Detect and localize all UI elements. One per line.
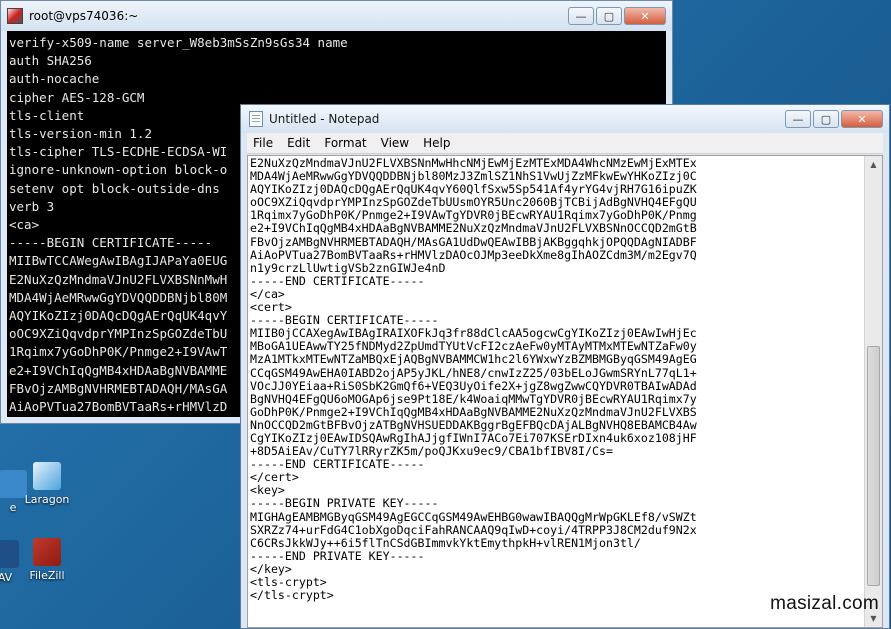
- notepad-line: -----BEGIN PRIVATE KEY-----: [250, 496, 439, 511]
- menu-help[interactable]: Help: [417, 136, 458, 150]
- laragon-icon: [33, 462, 61, 490]
- minimize-button[interactable]: —: [785, 110, 811, 128]
- window-title: Untitled - Notepad: [269, 112, 380, 126]
- menu-view[interactable]: View: [375, 136, 417, 150]
- notepad-line: -----END CERTIFICATE-----: [250, 273, 425, 288]
- text-editor[interactable]: E2NuXzQzMndmaVJnU2FLVXBSNnMwHhcNMjEwMjEz…: [250, 156, 864, 627]
- notepad-titlebar[interactable]: Untitled - Notepad — ▢ ✕: [241, 105, 889, 133]
- terminal-line: auth SHA256: [9, 53, 92, 69]
- menu-format[interactable]: Format: [318, 136, 374, 150]
- desktop-icon-filezilla[interactable]: FileZill: [12, 538, 82, 582]
- notepad-line: VOcJJ0YEiaa+RiS0SbK2GmQf6+VEQ3UyOife2X+j…: [250, 378, 697, 393]
- notepad-line: -----END CERTIFICATE-----: [250, 457, 425, 472]
- filezilla-icon: [33, 538, 61, 566]
- notepad-line: -----END PRIVATE KEY-----: [250, 548, 425, 563]
- notepad-line: </cert>: [250, 470, 299, 485]
- notepad-line: <tls-crypt>: [250, 575, 327, 589]
- notepad-window[interactable]: Untitled - Notepad — ▢ ✕ File Edit Forma…: [240, 104, 890, 629]
- terminal-line: verify-x509-name server_W8eb3mSsZn9sGs34…: [9, 35, 348, 50]
- notepad-line: BgNVHQ4EFgQU6oMOGAp6jse9Pt18E/k4WoaiqMMw…: [250, 391, 697, 406]
- editor-area[interactable]: E2NuXzQzMndmaVJnU2FLVXBSNnMwHhcNMjEwMjEz…: [247, 155, 883, 628]
- notepad-line: MzA1MTkxMTEwNTZaMBQxEjAQBgNVBAMMCW1hc2l6…: [250, 352, 697, 367]
- maximize-button[interactable]: ▢: [596, 7, 622, 25]
- window-title: root@vps74036:~: [29, 9, 139, 23]
- vertical-scrollbar[interactable]: ▲ ▼: [864, 156, 882, 627]
- putty-icon[interactable]: [7, 8, 23, 24]
- notepad-icon[interactable]: [249, 111, 263, 127]
- notepad-line: GoDhP0K/Pnmge2+I9VChIqQgMB4xHDAaBgNVBAMM…: [250, 404, 697, 419]
- notepad-line: NnOCCQD2mGtBFBvOjzATBgNVHSUEDDAKBggrBgEF…: [250, 417, 697, 432]
- close-button[interactable]: ✕: [624, 7, 666, 25]
- watermark: masizal.com: [770, 593, 879, 614]
- notepad-line: FBvOjzAMBgNVHRMEBTADAQH/MAsGA1UdDwQEAwIB…: [250, 234, 697, 249]
- minimize-button[interactable]: —: [568, 7, 594, 25]
- notepad-line: C6CRsJkkWJy++6i5flTnCSdGBImmvkYktEmythpk…: [250, 535, 641, 550]
- notepad-line: SXRZz74+urFdG4C1obXgoDqciFahRANCAAQ9qIwD…: [250, 522, 697, 537]
- desktop-icon-label: Laragon: [24, 493, 70, 506]
- scroll-up-icon[interactable]: ▲: [865, 156, 882, 173]
- maximize-button[interactable]: ▢: [813, 110, 839, 128]
- notepad-line: MIGHAgEAMBMGByqGSM49AgEGCCqGSM49AwEHBG0w…: [250, 509, 697, 524]
- desktop-icon-label: FileZill: [29, 569, 65, 582]
- notepad-line: e2+I9VChIqQgMB4xHDAaBgNVBAMME2NuXzQzMndm…: [250, 221, 697, 236]
- desktop-icon-laragon[interactable]: Laragon: [12, 462, 82, 506]
- notepad-line: </key>: [250, 561, 292, 576]
- desktop-icon-label: AV: [0, 571, 13, 584]
- notepad-line: CCqGSM49AwEHA0IABD2ojAP5yJKL/hNE8/cnwIzZ…: [250, 365, 697, 380]
- terminal-line: auth-nocache: [9, 71, 100, 87]
- scrollbar-thumb[interactable]: [867, 346, 880, 586]
- close-button[interactable]: ✕: [841, 110, 883, 128]
- notepad-line: AiAoPVTua27BomBVTaaRs+rHMVlzDAOcOJMp3eeD…: [250, 247, 697, 262]
- notepad-line: </ca>: [250, 286, 285, 301]
- notepad-line: n1y9crzLlUwtigVSb2znGIWJe4nD: [250, 260, 446, 275]
- terminal-titlebar[interactable]: root@vps74036:~ — ▢ ✕: [1, 1, 672, 31]
- menu-file[interactable]: File: [247, 136, 281, 150]
- menu-bar: File Edit Format View Help: [247, 133, 883, 154]
- menu-edit[interactable]: Edit: [281, 136, 318, 150]
